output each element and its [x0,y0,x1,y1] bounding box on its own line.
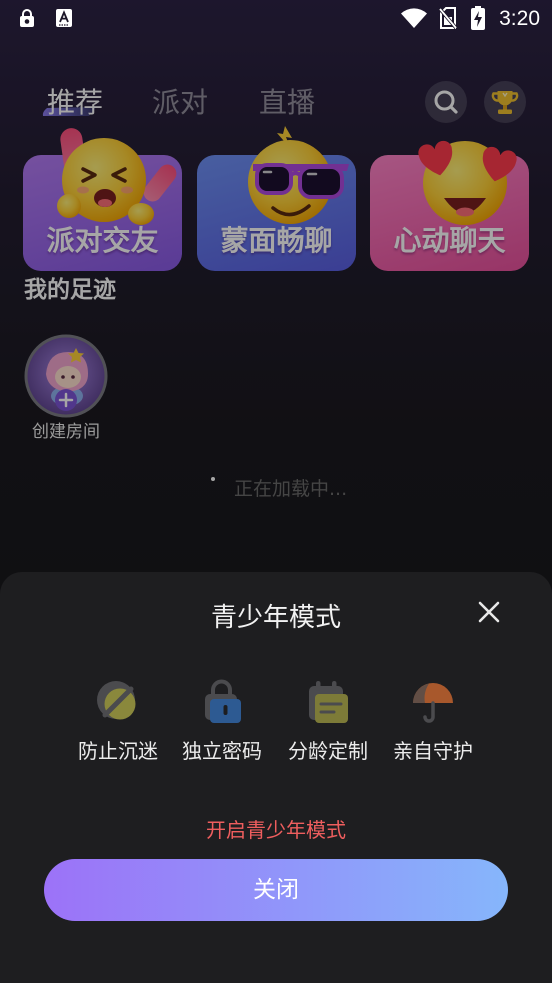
feature-age-customization: 分龄定制 [273,676,383,766]
battery-charging-icon [471,6,485,30]
feature-label: 防止沉迷 [78,739,158,763]
feature-anti-addiction: 防止沉迷 [63,676,173,766]
close-dialog-button[interactable]: 关闭 [44,859,508,921]
lock-icon [205,679,241,723]
no-sim-icon [439,7,457,29]
youth-mode-dialog: 青少年模式 防止沉迷 独立密码 分龄定制 亲自守护 开启青少年模式 关闭 [0,572,552,983]
feature-independent-password: 独立密码 [167,676,277,766]
enable-youth-mode-link[interactable]: 开启青少年模式 [176,817,376,843]
calendar-icon [309,681,348,723]
close-dialog-x-button[interactable] [476,599,502,625]
feature-label: 分龄定制 [288,739,368,763]
dialog-title: 青少年模式 [210,603,341,633]
feature-parental-guard: 亲自守护 [378,676,488,766]
feature-label: 亲自守护 [393,739,473,763]
keyboard-a-notification-icon [56,9,72,27]
status-bar: 3:20 [0,0,552,38]
close-icon [478,601,500,623]
feature-label: 独立密码 [182,739,262,763]
app-screen: 3:20 推荐 派对 直播 派对交友 蒙面畅聊 心动聊天 我的足迹 创建房间 正… [0,0,552,983]
status-time: 3:20 [499,7,540,30]
lock-notification-icon [20,9,34,27]
umbrella-icon [413,683,453,723]
anti-addiction-icon [97,681,136,720]
wifi-icon [401,8,427,28]
